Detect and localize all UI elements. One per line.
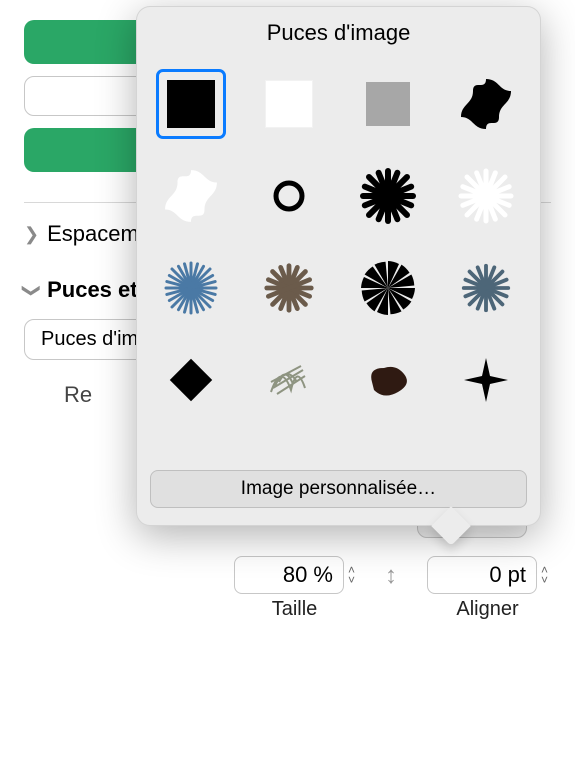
bullet-ring[interactable] bbox=[257, 164, 321, 228]
size-stepper[interactable]: 80 % ˄ ˅ bbox=[234, 556, 355, 594]
bullet-white-starburst[interactable] bbox=[454, 164, 518, 228]
pinwheel-icon bbox=[359, 259, 417, 317]
bullet-partial-row[interactable] bbox=[257, 440, 321, 454]
diamond-icon bbox=[170, 359, 212, 401]
blob-icon bbox=[364, 360, 412, 400]
quatrefoil-icon bbox=[163, 168, 219, 224]
size-label: Taille bbox=[272, 598, 318, 621]
bullet-gray-square[interactable] bbox=[356, 72, 420, 136]
square-icon bbox=[167, 80, 215, 128]
popover-title: Puces d'image bbox=[136, 6, 541, 54]
bullet-bluegray-pinwheel[interactable] bbox=[454, 256, 518, 320]
bullet-black-quatrefoil[interactable] bbox=[454, 72, 518, 136]
bullet-white-square[interactable] bbox=[257, 72, 321, 136]
bullet-grid bbox=[136, 54, 541, 454]
indent-label-partial: Re bbox=[64, 382, 92, 408]
starburst-icon bbox=[457, 167, 515, 225]
chevron-down-icon[interactable]: ˅ bbox=[541, 575, 548, 585]
sparkle-icon bbox=[462, 356, 510, 404]
bullet-brown-starburst[interactable] bbox=[257, 256, 321, 320]
bullet-black-diamond[interactable] bbox=[159, 348, 223, 412]
pinwheel-icon bbox=[458, 260, 514, 316]
bullet-blue-starburst[interactable] bbox=[159, 256, 223, 320]
starburst-icon bbox=[162, 259, 220, 317]
bullet-pinwheel[interactable] bbox=[356, 256, 420, 320]
chevron-right-icon: ❯ bbox=[24, 224, 39, 245]
quatrefoil-icon bbox=[459, 77, 513, 131]
stepper-buttons[interactable]: ˄ ˅ bbox=[348, 565, 355, 585]
chevron-down-icon[interactable]: ˅ bbox=[348, 575, 355, 585]
square-icon bbox=[366, 82, 410, 126]
bullet-sparkle[interactable] bbox=[454, 348, 518, 412]
stepper-buttons[interactable]: ˄ ˅ bbox=[541, 565, 548, 585]
align-stepper[interactable]: 0 pt ˄ ˅ bbox=[427, 556, 548, 594]
square-icon bbox=[265, 80, 313, 128]
align-value[interactable]: 0 pt bbox=[427, 556, 537, 594]
chevron-down-icon: ❯ bbox=[21, 282, 42, 297]
bullet-black-square[interactable] bbox=[159, 72, 223, 136]
starburst-icon bbox=[261, 260, 317, 316]
vertical-arrows-icon: ↕ bbox=[385, 562, 397, 621]
bullet-brown-blob[interactable] bbox=[356, 348, 420, 412]
ring-icon bbox=[271, 178, 307, 214]
custom-image-button[interactable]: Image personnalisée… bbox=[150, 470, 527, 508]
starburst-icon bbox=[359, 167, 417, 225]
scribble-icon bbox=[261, 352, 317, 408]
align-label: Aligner bbox=[456, 598, 518, 621]
image-bullets-popover: Puces d'image bbox=[136, 6, 541, 526]
bullet-white-quatrefoil[interactable] bbox=[159, 164, 223, 228]
bullet-scribble[interactable] bbox=[257, 348, 321, 412]
size-value[interactable]: 80 % bbox=[234, 556, 344, 594]
bullet-black-starburst[interactable] bbox=[356, 164, 420, 228]
